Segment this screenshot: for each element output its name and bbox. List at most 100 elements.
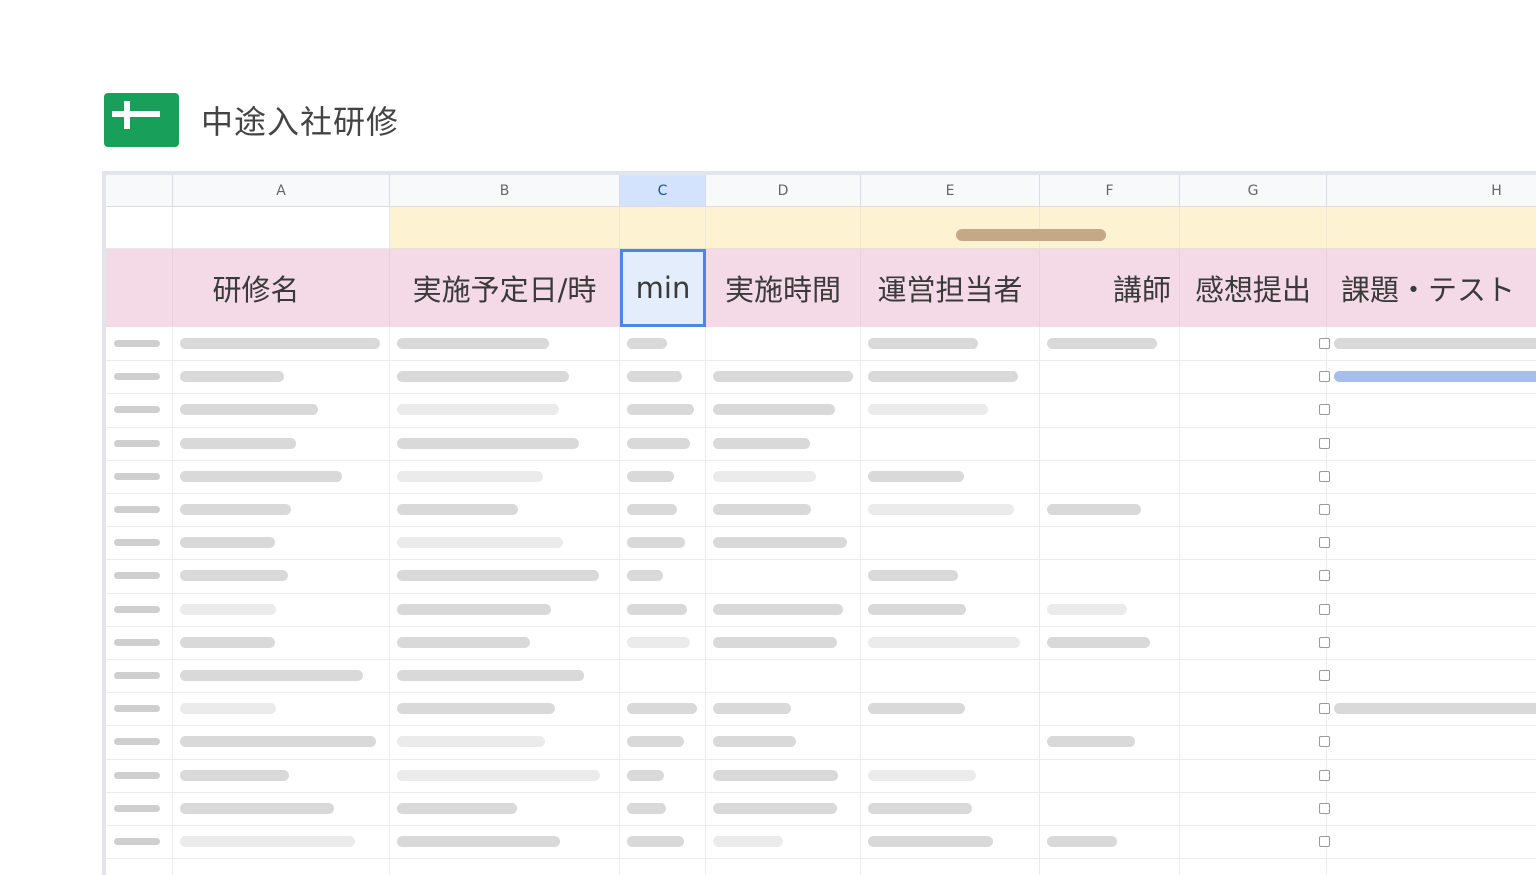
band-cell[interactable] bbox=[706, 207, 861, 249]
cell-placeholder[interactable] bbox=[627, 437, 690, 449]
row-number-placeholder[interactable] bbox=[114, 771, 160, 779]
cell-placeholder[interactable] bbox=[627, 470, 674, 482]
feedback-checkbox[interactable] bbox=[1319, 371, 1330, 383]
cell-placeholder[interactable] bbox=[713, 703, 791, 715]
cell-placeholder[interactable] bbox=[180, 769, 289, 781]
band-cell[interactable] bbox=[861, 207, 1040, 249]
cell-placeholder[interactable] bbox=[397, 537, 563, 549]
cell-placeholder[interactable] bbox=[627, 371, 682, 383]
row-number-placeholder[interactable] bbox=[114, 406, 160, 414]
cell-placeholder[interactable] bbox=[180, 537, 275, 549]
cell-placeholder[interactable] bbox=[627, 404, 694, 416]
band-cell[interactable] bbox=[620, 207, 706, 249]
spreadsheet-logo-icon[interactable] bbox=[104, 93, 179, 147]
cell-placeholder[interactable] bbox=[180, 371, 284, 383]
cell-placeholder[interactable] bbox=[713, 371, 853, 383]
cell-placeholder[interactable] bbox=[180, 836, 355, 847]
cell-placeholder[interactable] bbox=[1047, 836, 1117, 847]
row-number-placeholder[interactable] bbox=[114, 373, 160, 381]
feedback-checkbox[interactable] bbox=[1319, 537, 1330, 549]
band-cell[interactable] bbox=[1327, 207, 1536, 249]
feedback-checkbox[interactable] bbox=[1319, 570, 1330, 582]
cell-placeholder[interactable] bbox=[397, 703, 555, 715]
cell-placeholder[interactable] bbox=[397, 836, 560, 847]
cell-placeholder[interactable] bbox=[868, 404, 988, 416]
cell-placeholder[interactable] bbox=[868, 603, 966, 615]
header-cell-training-name[interactable]: 研修名 bbox=[173, 249, 390, 327]
band-cell[interactable] bbox=[1180, 207, 1327, 249]
cell-placeholder[interactable] bbox=[627, 769, 664, 781]
feedback-checkbox[interactable] bbox=[1319, 504, 1330, 515]
feedback-checkbox[interactable] bbox=[1319, 836, 1330, 847]
feedback-checkbox[interactable] bbox=[1319, 703, 1330, 715]
cell-placeholder[interactable] bbox=[397, 570, 599, 582]
cell-placeholder[interactable] bbox=[180, 703, 276, 715]
header-cell-scheduled-date[interactable]: 実施予定日/時 bbox=[390, 249, 620, 327]
cell-placeholder[interactable] bbox=[868, 802, 972, 814]
cell-placeholder[interactable] bbox=[1047, 603, 1127, 615]
band-cell[interactable] bbox=[106, 207, 173, 249]
cell-placeholder[interactable] bbox=[627, 504, 677, 515]
cell-placeholder[interactable] bbox=[627, 836, 684, 847]
cell-placeholder[interactable] bbox=[627, 338, 667, 349]
row-number-placeholder[interactable] bbox=[114, 738, 160, 746]
column-header-d[interactable]: D bbox=[706, 175, 861, 207]
cell-placeholder[interactable] bbox=[1047, 736, 1135, 748]
header-cell-feedback[interactable]: 感想提出 bbox=[1180, 249, 1327, 327]
column-header-h[interactable]: H bbox=[1327, 175, 1536, 207]
cell-placeholder[interactable] bbox=[1047, 338, 1157, 349]
cell-placeholder[interactable] bbox=[627, 802, 666, 814]
cell-placeholder[interactable] bbox=[397, 404, 559, 416]
document-title[interactable]: 中途入社研修 bbox=[201, 97, 399, 143]
header-cell-assignment-test[interactable]: 課題・テスト bbox=[1327, 249, 1536, 327]
cell-placeholder[interactable] bbox=[868, 836, 993, 847]
cell-placeholder[interactable] bbox=[1047, 504, 1141, 515]
cell-placeholder[interactable] bbox=[868, 570, 958, 582]
row-number-placeholder[interactable] bbox=[114, 539, 160, 547]
cell-placeholder[interactable] bbox=[397, 603, 551, 615]
header-cell-organizer[interactable]: 運営担当者 bbox=[861, 249, 1040, 327]
cell-placeholder[interactable] bbox=[627, 736, 684, 748]
cell-placeholder[interactable] bbox=[713, 836, 783, 847]
cell-placeholder[interactable] bbox=[180, 802, 334, 814]
cell-placeholder[interactable] bbox=[713, 769, 838, 781]
column-header-e[interactable]: E bbox=[861, 175, 1040, 207]
cell-placeholder[interactable] bbox=[627, 636, 690, 648]
row-number-placeholder[interactable] bbox=[114, 605, 160, 613]
cell-placeholder[interactable] bbox=[713, 504, 811, 515]
cell-placeholder[interactable] bbox=[713, 470, 816, 482]
header-cell-instructor[interactable]: 講師 bbox=[1040, 249, 1180, 327]
cell-placeholder[interactable] bbox=[868, 504, 1014, 515]
cell-placeholder[interactable] bbox=[713, 802, 837, 814]
column-header-b[interactable]: B bbox=[390, 175, 620, 207]
cell-placeholder[interactable] bbox=[627, 570, 663, 582]
cell-placeholder[interactable] bbox=[1334, 703, 1536, 715]
feedback-checkbox[interactable] bbox=[1319, 437, 1330, 449]
header-cell-min[interactable]: min bbox=[620, 249, 706, 327]
band-cell[interactable] bbox=[173, 207, 390, 249]
column-header-a[interactable]: A bbox=[173, 175, 390, 207]
cell-placeholder[interactable] bbox=[868, 636, 1020, 648]
cell-placeholder[interactable] bbox=[397, 504, 518, 515]
feedback-checkbox[interactable] bbox=[1319, 769, 1330, 781]
feedback-checkbox[interactable] bbox=[1319, 404, 1330, 416]
feedback-checkbox[interactable] bbox=[1319, 338, 1330, 349]
cell-placeholder[interactable] bbox=[868, 470, 964, 482]
column-header-c[interactable]: C bbox=[620, 175, 706, 207]
cell-placeholder[interactable] bbox=[713, 404, 835, 416]
cell-placeholder[interactable] bbox=[868, 371, 1018, 383]
cell-placeholder[interactable] bbox=[627, 603, 687, 615]
row-number-placeholder[interactable] bbox=[114, 804, 160, 812]
cell-placeholder[interactable] bbox=[180, 736, 376, 748]
cell-placeholder[interactable] bbox=[180, 470, 342, 482]
cell-placeholder[interactable] bbox=[397, 636, 530, 648]
cell-placeholder[interactable] bbox=[397, 371, 569, 383]
cell-placeholder[interactable] bbox=[1047, 636, 1150, 648]
row-number-placeholder[interactable] bbox=[114, 439, 160, 447]
cell-placeholder[interactable] bbox=[397, 470, 543, 482]
cell-placeholder[interactable] bbox=[713, 537, 847, 549]
band-cell[interactable] bbox=[390, 207, 620, 249]
feedback-checkbox[interactable] bbox=[1319, 470, 1330, 482]
row-number-placeholder[interactable] bbox=[114, 472, 160, 480]
cell-placeholder[interactable] bbox=[180, 636, 275, 648]
